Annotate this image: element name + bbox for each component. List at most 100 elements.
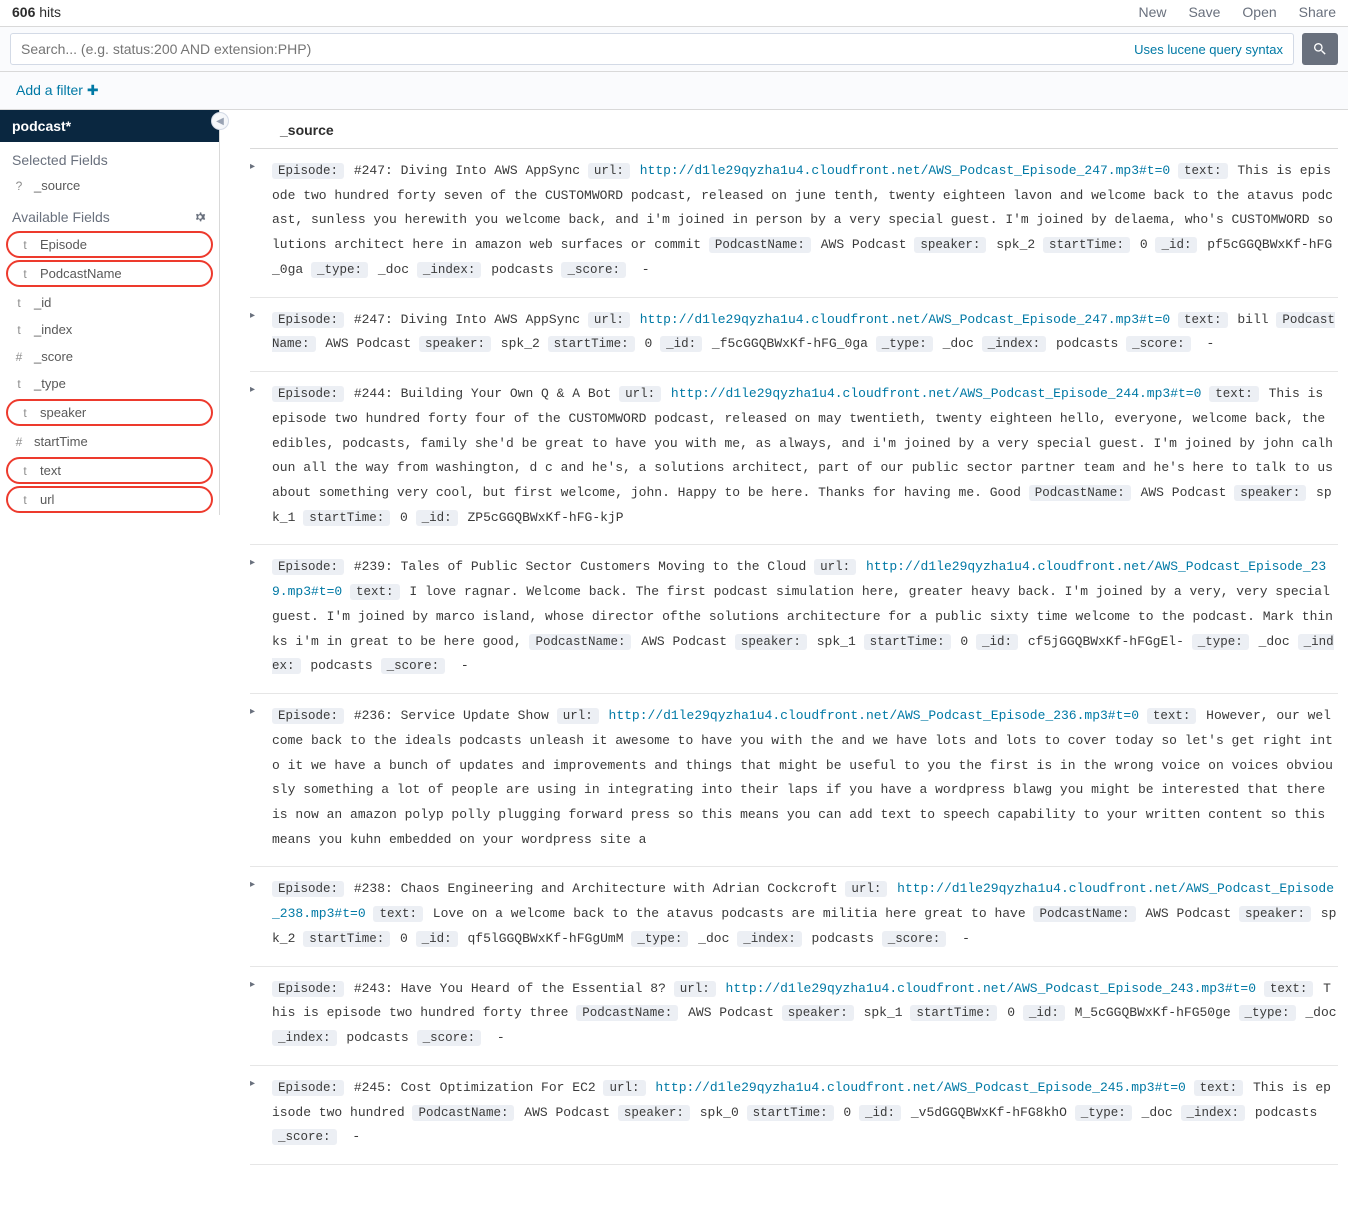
field-name-label: startTime (34, 434, 88, 449)
chevron-left-icon: ◀ (216, 116, 224, 127)
field-value-link[interactable]: http://d1le29qyzha1u4.cloudfront.net/AWS… (640, 312, 1171, 327)
field-key-chip: text: (1147, 708, 1197, 724)
field-value: podcasts (491, 262, 553, 277)
gear-icon[interactable] (193, 210, 207, 224)
new-button[interactable]: New (1138, 4, 1166, 20)
field-key-chip: text: (1194, 1080, 1244, 1096)
field-type-icon: t (18, 493, 32, 507)
expand-doc-button[interactable]: ▸ (250, 555, 262, 679)
document-row: ▸Episode: #243: Have You Heard of the Es… (250, 967, 1338, 1066)
document-row: ▸Episode: #236: Service Update Show url:… (250, 694, 1338, 867)
field-item-_source[interactable]: ?_source (0, 172, 219, 199)
field-value: cf5jGGQBWxKf-hFGgEl- (1028, 634, 1184, 649)
column-header-source[interactable]: _source (250, 110, 1338, 149)
field-name-label: _source (34, 178, 80, 193)
field-value: podcasts (1056, 336, 1118, 351)
field-value-link[interactable]: http://d1le29qyzha1u4.cloudfront.net/AWS… (671, 386, 1202, 401)
field-key-chip: PodcastName: (709, 237, 811, 253)
field-key-chip: speaker: (782, 1005, 854, 1021)
field-name-label: _score (34, 349, 73, 364)
expand-doc-button[interactable]: ▸ (250, 382, 262, 530)
field-key-chip: PodcastName: (412, 1105, 514, 1121)
search-input[interactable] (21, 41, 1126, 57)
field-value-link[interactable]: http://d1le29qyzha1u4.cloudfront.net/AWS… (655, 1080, 1186, 1095)
field-item-_id[interactable]: t_id (0, 289, 219, 316)
document-list: ▸Episode: #247: Diving Into AWS AppSync … (250, 149, 1338, 1165)
field-value: Love on a welcome back to the atavus pod… (433, 906, 1026, 921)
field-key-chip: _score: (381, 658, 446, 674)
field-item-_index[interactable]: t_index (0, 316, 219, 343)
field-type-icon: t (12, 377, 26, 391)
field-item-speaker[interactable]: tspeaker (6, 399, 213, 426)
field-type-icon: t (18, 267, 32, 281)
field-value: #236: Service Update Show (354, 708, 549, 723)
field-key-chip: Episode: (272, 1080, 344, 1096)
lucene-hint-link[interactable]: Uses lucene query syntax (1134, 42, 1283, 57)
field-key-chip: speaker: (1239, 906, 1311, 922)
field-name-label: text (40, 463, 61, 478)
field-value: 0 (400, 931, 408, 946)
field-item-text[interactable]: ttext (6, 457, 213, 484)
field-key-chip: text: (1209, 386, 1259, 402)
field-key-chip: text: (1178, 163, 1228, 179)
field-value: _v5dGGQBWxKf-hFG8khO (911, 1105, 1067, 1120)
plus-icon: ✚ (87, 82, 99, 98)
field-type-icon: t (18, 406, 32, 420)
field-type-icon: t (18, 464, 32, 478)
expand-doc-button[interactable]: ▸ (250, 1076, 262, 1150)
field-value: qf5lGGQBWxKf-hFGgUmM (468, 931, 624, 946)
field-item-_type[interactable]: t_type (0, 370, 219, 397)
field-value-link[interactable]: http://d1le29qyzha1u4.cloudfront.net/AWS… (609, 708, 1140, 723)
field-value: bill (1237, 312, 1268, 327)
field-key-chip: startTime: (1043, 237, 1130, 253)
field-key-chip: _id: (416, 931, 458, 947)
field-item-Episode[interactable]: tEpisode (6, 231, 213, 258)
field-key-chip: _type: (631, 931, 688, 947)
search-button[interactable] (1302, 33, 1338, 65)
expand-doc-button[interactable]: ▸ (250, 977, 262, 1051)
field-key-chip: _score: (882, 931, 947, 947)
field-value: spk_0 (700, 1105, 739, 1120)
expand-doc-button[interactable]: ▸ (250, 159, 262, 283)
field-key-chip: _type: (1239, 1005, 1296, 1021)
field-key-chip: Episode: (272, 559, 344, 575)
field-item-_score[interactable]: #_score (0, 343, 219, 370)
field-value: AWS Podcast (688, 1005, 774, 1020)
field-value: _f5cGGQBWxKf-hFG_0ga (712, 336, 868, 351)
field-type-icon: t (18, 238, 32, 252)
share-button[interactable]: Share (1299, 4, 1336, 20)
field-value: AWS Podcast (524, 1105, 610, 1120)
field-name-label: _index (34, 322, 72, 337)
add-filter-button[interactable]: Add a filter ✚ (16, 82, 99, 98)
document-body: Episode: #236: Service Update Show url: … (272, 704, 1338, 852)
field-value-link[interactable]: http://d1le29qyzha1u4.cloudfront.net/AWS… (726, 981, 1257, 996)
index-pattern-selector[interactable]: podcast* (0, 110, 219, 142)
collapse-sidebar-button[interactable]: ◀ (211, 112, 229, 130)
field-key-chip: startTime: (548, 336, 635, 352)
top-actions: New Save Open Share (1138, 4, 1336, 20)
field-item-url[interactable]: turl (6, 486, 213, 513)
field-key-chip: _index: (982, 336, 1047, 352)
field-value: spk_1 (864, 1005, 903, 1020)
field-key-chip: _type: (1075, 1105, 1132, 1121)
field-key-chip: _id: (976, 634, 1018, 650)
field-value: _doc (1142, 1105, 1173, 1120)
expand-doc-button[interactable]: ▸ (250, 308, 262, 358)
expand-doc-button[interactable]: ▸ (250, 877, 262, 951)
open-button[interactable]: Open (1242, 4, 1276, 20)
field-item-PodcastName[interactable]: tPodcastName (6, 260, 213, 287)
field-key-chip: speaker: (419, 336, 491, 352)
field-item-startTime[interactable]: #startTime (0, 428, 219, 455)
field-value: 0 (644, 336, 652, 351)
field-value-link[interactable]: http://d1le29qyzha1u4.cloudfront.net/AWS… (640, 163, 1171, 178)
field-name-label: url (40, 492, 54, 507)
field-key-chip: text: (350, 584, 400, 600)
save-button[interactable]: Save (1188, 4, 1220, 20)
field-key-chip: _type: (1192, 634, 1249, 650)
available-fields-list: tEpisodetPodcastNamet_idt_index#_scoret_… (0, 231, 219, 513)
field-key-chip: _id: (416, 510, 458, 526)
field-key-chip: url: (619, 386, 661, 402)
document-body: Episode: #247: Diving Into AWS AppSync u… (272, 308, 1338, 358)
field-key-chip: url: (674, 981, 716, 997)
expand-doc-button[interactable]: ▸ (250, 704, 262, 852)
